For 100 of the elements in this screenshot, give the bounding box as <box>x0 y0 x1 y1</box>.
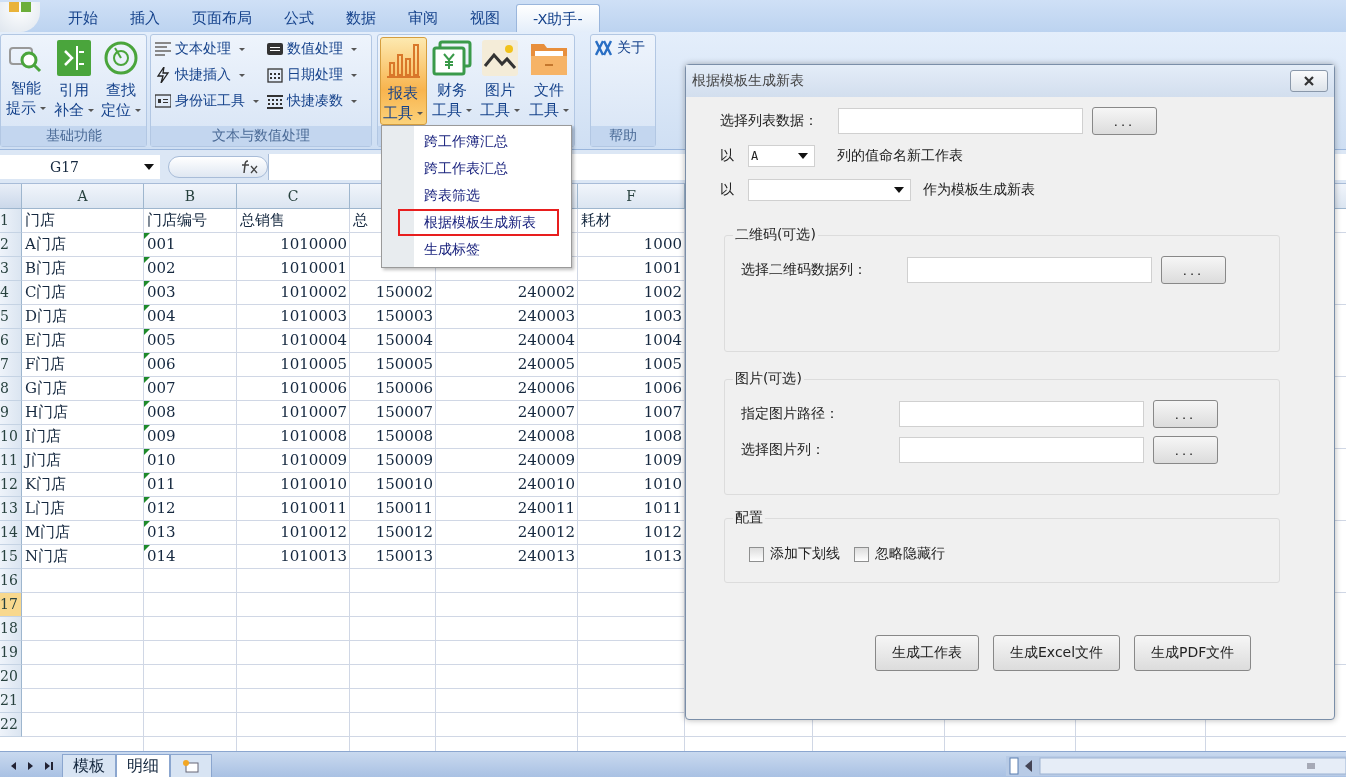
table-cell: 011 <box>147 475 176 493</box>
row-header[interactable]: 1 <box>0 209 22 233</box>
action-button[interactable]: 生成工作表 <box>875 635 979 671</box>
ribbon-button[interactable]: 引用 补全 <box>50 37 97 125</box>
table-cell: 150002 <box>375 283 433 301</box>
checkbox-label: 添加下划线 <box>770 545 840 563</box>
row-header[interactable]: 10 <box>0 425 22 449</box>
name-box[interactable]: G17 <box>0 154 160 179</box>
ribbon-tab[interactable]: 审阅 <box>392 4 454 32</box>
table-cell: 1010009 <box>280 451 347 469</box>
row-header[interactable]: 11 <box>0 449 22 473</box>
office-button[interactable] <box>0 2 40 32</box>
ribbon-tab[interactable]: 插入 <box>114 4 176 32</box>
menu-item[interactable]: 生成标签 <box>398 236 571 263</box>
input-field[interactable] <box>907 257 1152 283</box>
close-button[interactable] <box>1290 70 1328 92</box>
close-icon <box>1303 76 1315 86</box>
about-button[interactable]: 关于 <box>593 37 647 59</box>
menu-item[interactable]: 根据模板生成新表 <box>398 209 559 236</box>
action-button[interactable]: 生成Excel文件 <box>993 635 1121 671</box>
ribbon-tab[interactable]: 公式 <box>268 4 330 32</box>
dropdown-caret-icon <box>144 163 154 170</box>
row-header[interactable]: 18 <box>0 617 22 641</box>
table-cell: 150009 <box>375 451 433 469</box>
dialog-title: 根据模板生成新表 <box>692 72 804 90</box>
select-all-corner[interactable] <box>0 184 22 209</box>
action-button[interactable]: 生成PDF文件 <box>1134 635 1252 671</box>
table-cell: 240007 <box>517 403 575 421</box>
row-header[interactable]: 3 <box>0 257 22 281</box>
ribbon-button[interactable]: 身份证工具 <box>153 90 261 112</box>
caret-icon <box>351 73 357 77</box>
browse-button[interactable]: ... <box>1153 436 1218 464</box>
row-header[interactable]: 19 <box>0 641 22 665</box>
checkbox[interactable] <box>854 546 869 562</box>
row-header[interactable]: 6 <box>0 329 22 353</box>
column-dropdown[interactable]: A <box>748 145 815 167</box>
ribbon-tab[interactable]: -X助手- <box>516 4 600 32</box>
checkbox[interactable] <box>749 546 764 562</box>
ribbon-button[interactable]: 快捷插入 <box>153 64 261 86</box>
ribbon-button[interactable]: 财务 工具 <box>428 37 476 125</box>
table-cell: 1003 <box>643 307 682 325</box>
ribbon-tab[interactable]: 视图 <box>454 4 516 32</box>
field-label: 以 <box>720 181 735 199</box>
ribbon-button[interactable]: 文件 工具 <box>525 37 572 125</box>
row-header[interactable]: 15 <box>0 545 22 569</box>
picture-frame-icon <box>482 40 519 76</box>
row-header[interactable]: 5 <box>0 305 22 329</box>
row-header[interactable]: 14 <box>0 521 22 545</box>
text-lines-icon <box>155 41 171 57</box>
table-cell: 150013 <box>375 547 433 565</box>
menu-item[interactable]: 跨工作簿汇总 <box>398 128 571 155</box>
field-label: 选择二维码数据列： <box>741 261 868 279</box>
table-cell: 150004 <box>375 331 433 349</box>
ribbon-button[interactable]: 图片 工具 <box>477 37 524 125</box>
row-header[interactable]: 4 <box>0 281 22 305</box>
input-field[interactable] <box>899 437 1144 463</box>
ribbon-button[interactable]: 查找 定位 <box>98 37 144 125</box>
row-header[interactable]: 9 <box>0 401 22 425</box>
input-field[interactable] <box>838 108 1083 134</box>
row-header[interactable]: 13 <box>0 497 22 521</box>
ribbon-button[interactable]: 报表 工具 <box>380 37 427 125</box>
horizontal-scrollbar[interactable] <box>1006 756 1346 776</box>
row-header[interactable]: 8 <box>0 377 22 401</box>
row-header[interactable]: 20 <box>0 665 22 689</box>
ribbon-button[interactable]: 快捷凑数 <box>265 90 359 112</box>
ribbon-button[interactable]: 文本处理 <box>153 38 261 60</box>
row-header[interactable]: 2 <box>0 233 22 257</box>
table-cell: 008 <box>147 403 176 421</box>
ribbon-tab[interactable]: 页面布局 <box>176 4 268 32</box>
sheet-tab[interactable]: 模板 <box>62 754 116 777</box>
browse-button[interactable]: ... <box>1092 107 1157 135</box>
menu-item[interactable]: 跨表筛选 <box>398 182 571 209</box>
ribbon-button[interactable]: 数值处理 <box>265 38 359 60</box>
ribbon-tab[interactable]: 数据 <box>330 4 392 32</box>
caret-icon <box>239 47 245 51</box>
input-field[interactable] <box>899 401 1144 427</box>
caret-icon <box>239 73 245 77</box>
row-header[interactable]: 16 <box>0 569 22 593</box>
menu-item[interactable]: 跨工作表汇总 <box>398 155 571 182</box>
template-dropdown[interactable] <box>748 179 911 201</box>
caret-icon <box>562 108 569 112</box>
row-header[interactable]: 7 <box>0 353 22 377</box>
browse-button[interactable]: ... <box>1161 256 1226 284</box>
row-header[interactable]: 12 <box>0 473 22 497</box>
browse-button[interactable]: ... <box>1153 400 1218 428</box>
table-cell: G门店 <box>25 379 67 397</box>
field-label: 选择图片列： <box>741 441 826 459</box>
ribbon-button[interactable]: 智能 提示 <box>3 37 49 125</box>
row-header[interactable]: 21 <box>0 689 22 713</box>
ribbon-button[interactable]: 日期处理 <box>265 64 359 86</box>
new-sheet-button[interactable] <box>170 754 212 777</box>
function-icon[interactable] <box>241 159 259 174</box>
row-header[interactable]: 22 <box>0 713 22 737</box>
sheet-tab[interactable]: 明细 <box>116 754 170 777</box>
table-cell: 门店 <box>25 211 55 229</box>
row-header[interactable]: 17 <box>0 593 22 617</box>
ribbon-tab[interactable]: 开始 <box>52 4 114 32</box>
last-sheet-icon[interactable] <box>44 761 54 771</box>
table-cell: 150007 <box>375 403 433 421</box>
caret-icon <box>351 99 357 103</box>
